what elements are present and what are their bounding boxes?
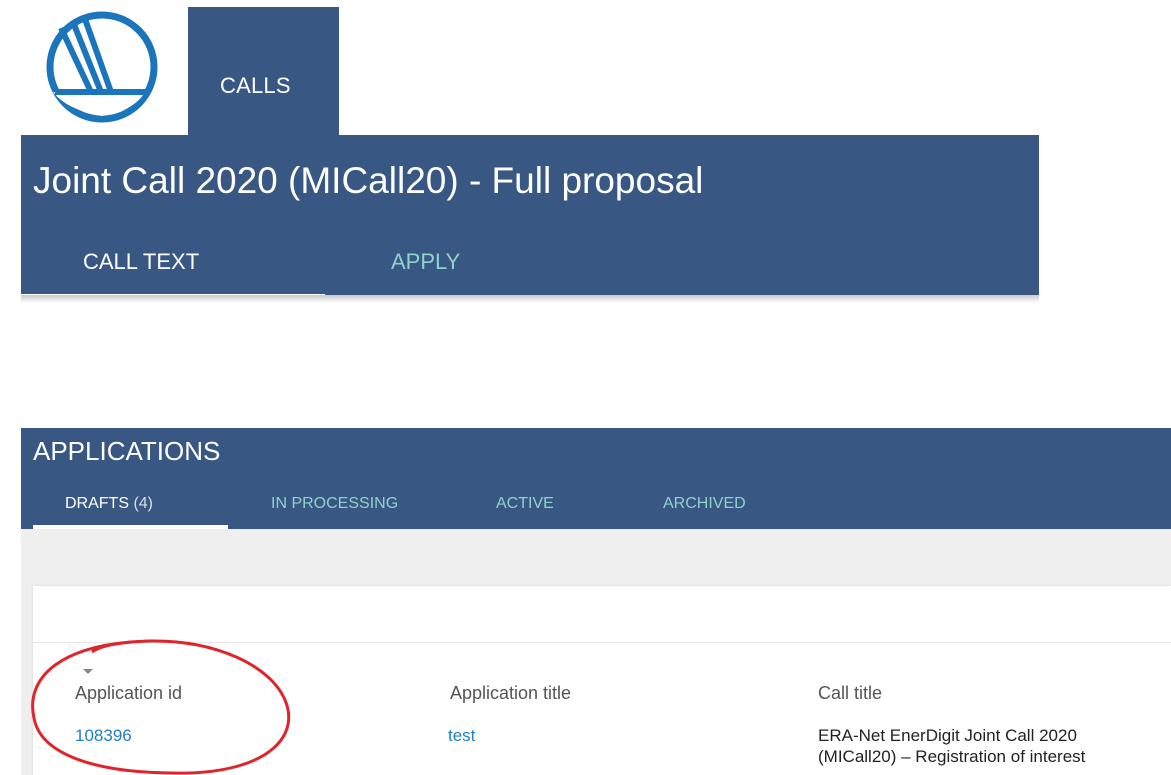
tab-archived[interactable]: ARCHIVED (663, 495, 746, 513)
drafts-count: (4) (133, 495, 154, 512)
applications-title: APPLICATIONS (33, 436, 221, 466)
tab-in-processing[interactable]: IN PROCESSING (271, 495, 398, 513)
column-header-application-id[interactable]: Application id (75, 683, 182, 704)
applications-header: APPLICATIONS DRAFTS (4) IN PROCESSING AC… (21, 428, 1171, 529)
call-title-line-1: ERA-Net EnerDigit Joint Call 2020 (818, 726, 1077, 745)
nordic-swan-logo[interactable] (45, 10, 160, 125)
nav-tab-calls[interactable]: CALLS (188, 7, 339, 135)
application-id-link[interactable]: 108396 (75, 726, 132, 746)
card-divider (33, 642, 1171, 643)
column-header-application-title[interactable]: Application title (450, 683, 571, 704)
tab-active[interactable]: ACTIVE (496, 495, 554, 513)
tab-call-text[interactable]: CALL TEXT (83, 249, 199, 275)
application-title-link[interactable]: test (448, 726, 475, 746)
tab-apply[interactable]: APPLY (391, 249, 460, 275)
call-title-line-2: (MICall20) – Registration of interest (818, 747, 1086, 766)
sort-down-icon[interactable] (83, 669, 93, 674)
call-header: Joint Call 2020 (MICall20) - Full propos… (21, 135, 1039, 298)
tab-drafts[interactable]: DRAFTS (4) (65, 495, 153, 513)
call-title: Joint Call 2020 (MICall20) - Full propos… (33, 160, 704, 201)
header-shadow (21, 295, 1039, 303)
column-header-call-title[interactable]: Call title (818, 683, 882, 704)
nav-tab-calls-label: CALLS (220, 73, 291, 98)
call-title-cell: ERA-Net EnerDigit Joint Call 2020 (MICal… (818, 725, 1158, 767)
tab-drafts-label: DRAFTS (65, 495, 129, 512)
